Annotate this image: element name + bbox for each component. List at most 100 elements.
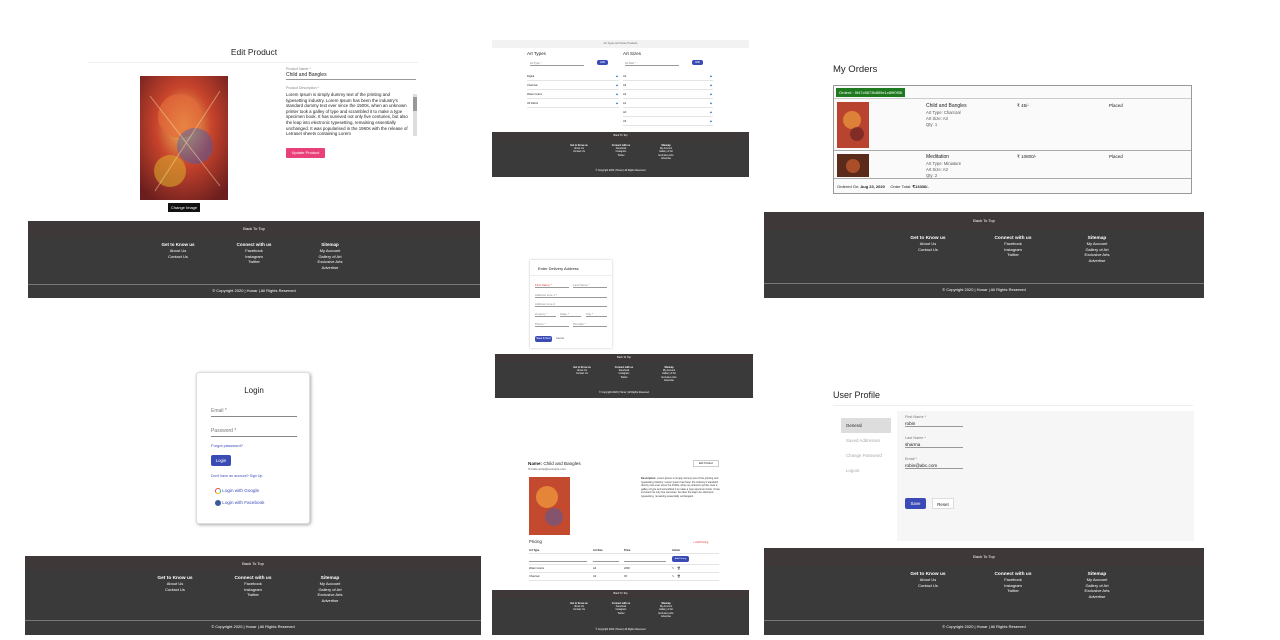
last-name-input[interactable]: Last Name * — [573, 283, 607, 288]
art-type-select[interactable] — [529, 561, 587, 562]
country-select[interactable]: Country * — [535, 312, 556, 317]
pincode-input[interactable]: Pincode * — [573, 322, 607, 327]
delete-icon[interactable]: 🗑 — [677, 573, 680, 581]
footer-link[interactable]: Contact Us — [563, 372, 601, 375]
art-size-input[interactable]: Art Size * — [625, 62, 679, 66]
footer-link[interactable]: Contact Us — [898, 583, 958, 588]
email-label: Email * — [211, 408, 227, 414]
password-input[interactable] — [211, 435, 297, 437]
back-to-top-button[interactable]: Back To Top — [492, 132, 749, 140]
price-input[interactable] — [624, 561, 666, 562]
edit-icon[interactable]: ◆ — [710, 117, 712, 126]
add-pricing-button[interactable]: Add Pricing — [672, 556, 689, 562]
address2-input[interactable]: Address Line 2 — [535, 302, 607, 307]
back-to-top-button[interactable]: Back To Top — [492, 590, 749, 598]
footer-link[interactable]: Contact Us — [898, 247, 958, 252]
cancel-button[interactable]: Cancel — [556, 336, 564, 342]
google-login-button[interactable]: Login with Google — [215, 488, 259, 494]
item-price: ₹ 45/- — [1017, 103, 1029, 108]
sidebar-item-change-password[interactable]: Change Password — [841, 448, 891, 463]
add-type-button[interactable]: ADD — [597, 60, 608, 65]
edit-icon[interactable]: ◆ — [616, 81, 618, 90]
edit-icon[interactable]: ◆ — [616, 90, 618, 99]
change-image-button[interactable]: Change Image — [168, 203, 200, 212]
item-status: Placed — [1109, 154, 1123, 159]
footer: Get to Know us About Us Contact Us Conne… — [25, 571, 481, 635]
add-size-button[interactable]: ADD — [692, 60, 703, 65]
product-description-textarea[interactable]: Lorem Ipsum is simply dummy text of the … — [286, 92, 411, 137]
forgot-password-link[interactable]: Forgot password? — [211, 443, 243, 448]
email-input[interactable] — [211, 415, 297, 417]
back-to-top-button[interactable]: Back To Top — [764, 212, 1204, 230]
copyright: © Copyright 2020 | Hunar | All Rights Re… — [942, 624, 1026, 629]
footer-link[interactable]: Twitter — [602, 612, 640, 615]
edit-icon[interactable]: ◆ — [710, 90, 712, 99]
footer-link[interactable]: Twitter — [605, 376, 643, 379]
footer-link[interactable]: Contact Us — [145, 587, 205, 592]
footer-link[interactable]: Twitter — [223, 592, 283, 597]
footer-link[interactable]: Twitter — [224, 259, 284, 264]
footer-link[interactable]: Contact Us — [560, 150, 598, 153]
edit-icon[interactable]: ◆ — [710, 99, 712, 108]
signup-link[interactable]: Don't have an account? Sign Up — [211, 474, 262, 478]
item-art-type: Art Type: Miniature — [926, 161, 962, 166]
footer-heading: Get to Know us — [161, 242, 195, 247]
edit-icon[interactable]: ◆ — [616, 72, 618, 81]
footer-link[interactable]: Twitter — [983, 588, 1043, 593]
add-pricing-link[interactable]: + Add Pricing — [693, 541, 708, 544]
art-size-select[interactable] — [593, 561, 619, 562]
order-item: Child and Bangles Art Type: Charcoal Art… — [834, 99, 1191, 151]
first-name-input[interactable]: robin — [905, 421, 963, 427]
last-name-input[interactable]: sharma — [905, 442, 963, 448]
footer-link[interactable]: Twitter — [983, 252, 1043, 257]
breadcrumb: Art Types and Sizes Products — [492, 40, 749, 48]
edit-icon[interactable]: ✎ — [672, 573, 674, 581]
edit-icon[interactable]: ◆ — [710, 72, 712, 81]
footer-link[interactable]: Contact Us — [148, 254, 208, 259]
edit-icon[interactable]: ◆ — [710, 81, 712, 90]
footer-link[interactable]: Advertise — [1067, 594, 1127, 599]
back-to-top-button[interactable]: Back To Top — [764, 548, 1204, 566]
art-type-input[interactable]: Art Type * — [530, 62, 584, 66]
edit-product-button[interactable]: Edit Product — [693, 460, 719, 467]
footer-link[interactable]: Advertise — [1067, 258, 1127, 263]
footer-link[interactable]: Advertise — [650, 379, 688, 382]
reset-button[interactable]: Reset — [932, 498, 954, 509]
address1-input[interactable]: Address Line 1 * — [535, 293, 607, 298]
sidebar-item-saved-addresses[interactable]: Saved Addresses — [841, 433, 891, 448]
scrollbar[interactable] — [413, 94, 417, 136]
list-item: Charcoal ◆ — [527, 81, 619, 90]
footer-link[interactable]: Advertise — [647, 615, 685, 618]
edit-icon[interactable]: ◆ — [710, 108, 712, 117]
google-icon — [215, 488, 221, 494]
back-to-top-button[interactable]: Back To Top — [495, 354, 753, 362]
footer-col-connect: Connect with us Facebook Instagram Twitt… — [983, 236, 1043, 258]
edit-icon[interactable]: ◆ — [616, 99, 618, 108]
save-button[interactable]: Save — [905, 498, 926, 509]
email-input[interactable]: robin@abc.com — [905, 463, 963, 469]
ordered-on-label: Ordered On: — [837, 184, 860, 189]
product-name-input[interactable]: Child and Bangles — [286, 72, 416, 80]
phone-input[interactable]: Phone * — [535, 322, 569, 327]
footer-link[interactable]: Advertise — [647, 157, 685, 160]
state-select[interactable]: State * — [560, 312, 581, 317]
item-art-type: Art Type: Charcoal — [926, 110, 961, 115]
sidebar-item-general[interactable]: General — [841, 418, 891, 433]
first-name-input[interactable]: First Name * — [535, 283, 569, 288]
save-next-button[interactable]: Save & Next — [535, 336, 552, 342]
footer-link[interactable]: Advertise — [300, 598, 360, 603]
city-select[interactable]: City * — [586, 312, 607, 317]
product-image — [140, 76, 228, 200]
login-button[interactable]: Login — [211, 455, 231, 466]
footer-link[interactable]: Contact Us — [560, 608, 598, 611]
sidebar-item-logout[interactable]: Logout — [841, 463, 891, 478]
delete-icon[interactable]: 🗑 — [677, 565, 680, 573]
footer-link[interactable]: Twitter — [602, 154, 640, 157]
order-summary: Ordered On: Aug 23, 2020 Order Total: ₹1… — [837, 184, 929, 189]
back-to-top-button[interactable]: Back To Top — [25, 556, 481, 571]
back-to-top-button[interactable]: Back To Top — [28, 221, 480, 237]
edit-icon[interactable]: ✎ — [672, 565, 674, 573]
update-product-button[interactable]: Update Product — [286, 148, 325, 158]
footer-link[interactable]: Advertise — [300, 265, 360, 270]
facebook-login-button[interactable]: Login with Facebook — [215, 500, 264, 506]
